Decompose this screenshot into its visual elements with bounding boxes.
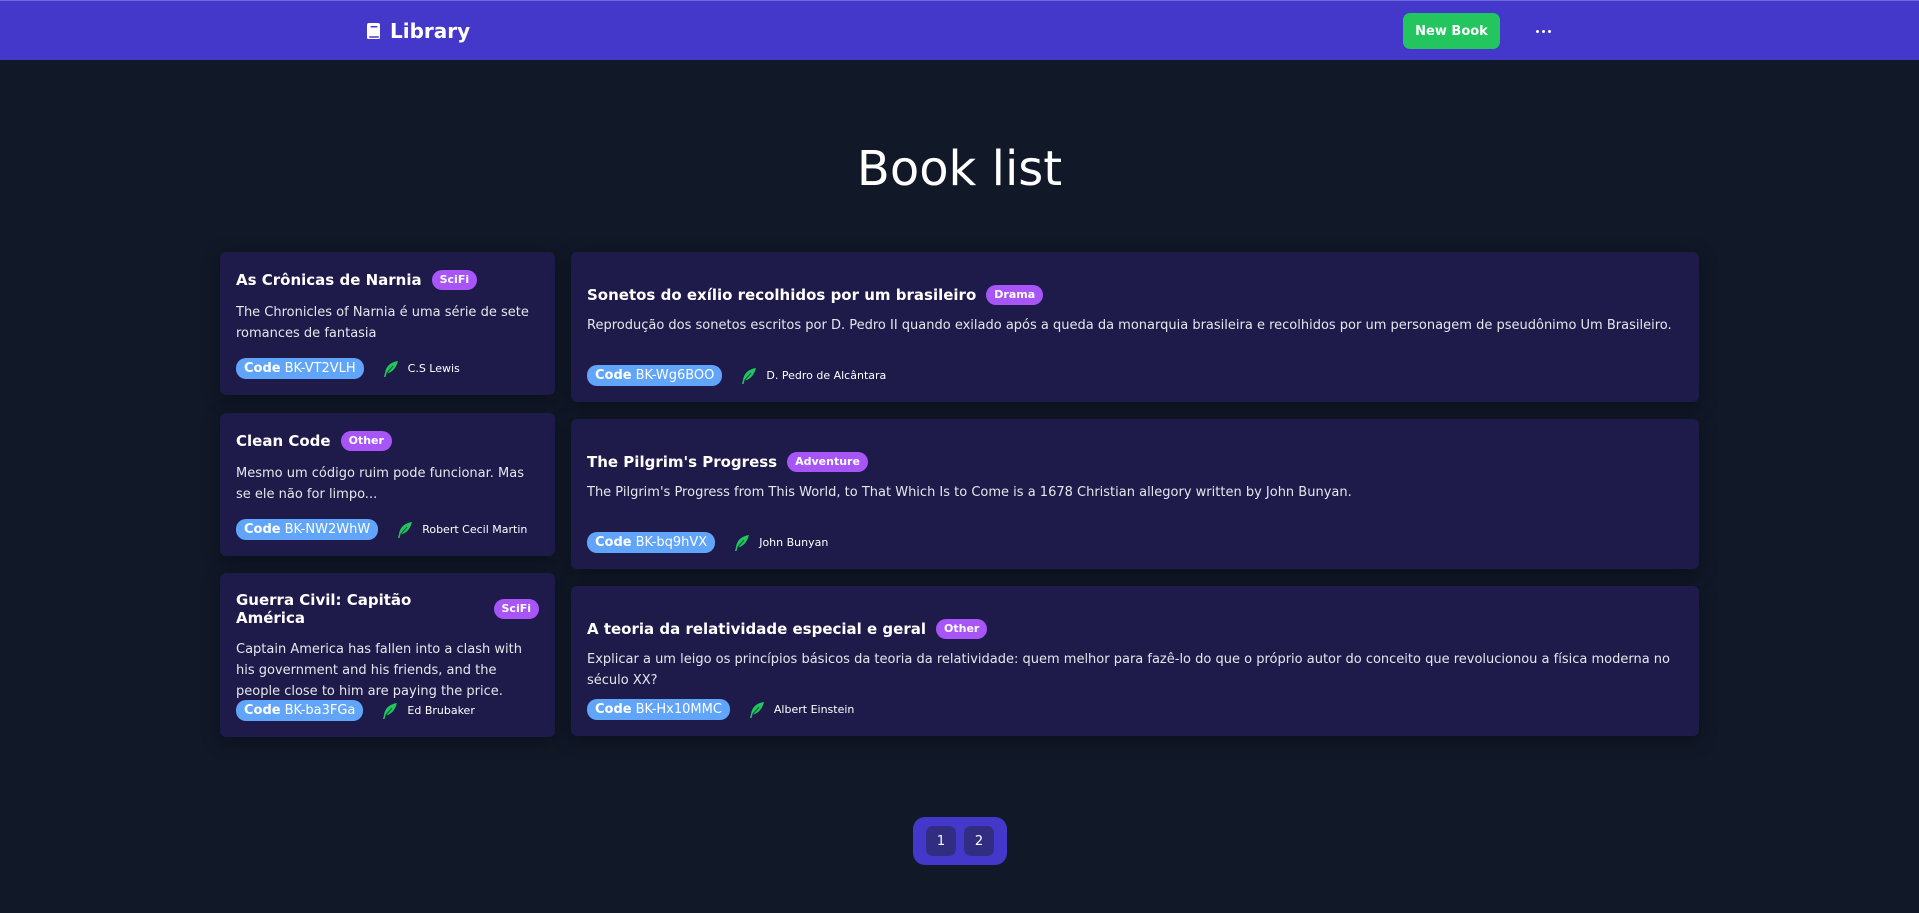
genre-badge: SciFi	[493, 599, 539, 619]
code-badge: Code BK-Wg6BOO	[587, 365, 723, 386]
code-badge: Code BK-Hx10MMC	[587, 699, 730, 720]
author: C.S Lewis	[382, 360, 460, 378]
brand-title: Library	[390, 19, 471, 43]
page-title: Book list	[856, 141, 1063, 197]
book-title: A teoria da relatividade especial e gera…	[587, 620, 927, 638]
code-badge: Code BK-VT2VLH	[236, 358, 364, 379]
author-name: Ed Brubaker	[407, 704, 475, 717]
genre-badge: Adventure	[787, 452, 868, 472]
book-card[interactable]: The Pilgrim's Progress Adventure The Pil…	[571, 419, 1699, 569]
navbar: Library New Book	[0, 0, 1919, 60]
author-name: John Bunyan	[759, 536, 829, 549]
book-description: Mesmo um código ruim pode funcionar. Mas…	[236, 466, 524, 502]
feather-icon	[383, 702, 398, 719]
author-name: Albert Einstein	[773, 703, 855, 716]
author: John Bunyan	[733, 534, 828, 552]
book-card[interactable]: A teoria da relatividade especial e gera…	[571, 586, 1699, 736]
author: Robert Cecil Martin	[396, 521, 527, 539]
feather-icon	[742, 367, 757, 384]
book-description: The Pilgrim's Progress from This World, …	[587, 485, 1352, 500]
book-description: Explicar a um leigo os princípios básico…	[587, 652, 1670, 688]
book-icon	[367, 23, 380, 39]
feather-icon	[735, 534, 750, 551]
genre-badge: Other	[936, 619, 988, 639]
feather-icon	[398, 521, 413, 538]
book-card[interactable]: Sonetos do exílio recolhidos por um bras…	[571, 252, 1699, 402]
code-badge: Code BK-bq9hVX	[587, 532, 716, 553]
feather-icon	[749, 701, 764, 718]
feather-icon	[383, 360, 398, 377]
book-card[interactable]: As Crônicas de Narnia SciFi The Chronicl…	[220, 252, 555, 395]
author-name: D. Pedro de Alcântara	[766, 369, 887, 382]
author-name: Robert Cecil Martin	[422, 523, 528, 536]
book-description: Reprodução dos sonetos escritos por D. P…	[587, 318, 1672, 333]
author: D. Pedro de Alcântara	[740, 367, 886, 385]
book-card[interactable]: Clean Code Other Mesmo um código ruim po…	[220, 413, 555, 556]
genre-badge: Drama	[986, 285, 1044, 305]
code-badge: Code BK-ba3FGa	[236, 700, 364, 721]
book-title: Clean Code	[236, 432, 331, 450]
page-button-1[interactable]: 1	[926, 826, 956, 856]
ellipsis-icon[interactable]	[1528, 19, 1558, 43]
pagination: 1 2	[913, 817, 1007, 865]
book-description: Captain America has fallen into a clash …	[236, 642, 522, 699]
genre-badge: SciFi	[431, 270, 478, 290]
author-name: C.S Lewis	[407, 362, 460, 375]
book-title: Sonetos do exílio recolhidos por um bras…	[587, 286, 977, 304]
code-badge: Code BK-NW2WhW	[236, 519, 379, 540]
book-title: As Crônicas de Narnia	[236, 271, 422, 289]
author: Albert Einstein	[748, 701, 854, 719]
book-card[interactable]: Guerra Civil: Capitão América SciFi Capt…	[220, 573, 555, 737]
brand-link[interactable]: Library	[366, 19, 470, 43]
genre-badge: Other	[340, 431, 392, 451]
book-description: The Chronicles of Narnia é uma série de …	[236, 305, 529, 341]
book-title: The Pilgrim's Progress	[587, 453, 778, 471]
author: Ed Brubaker	[381, 702, 475, 720]
new-book-button[interactable]: New Book	[1403, 13, 1500, 49]
page-button-2[interactable]: 2	[964, 826, 994, 856]
book-title: Guerra Civil: Capitão América	[236, 591, 412, 627]
